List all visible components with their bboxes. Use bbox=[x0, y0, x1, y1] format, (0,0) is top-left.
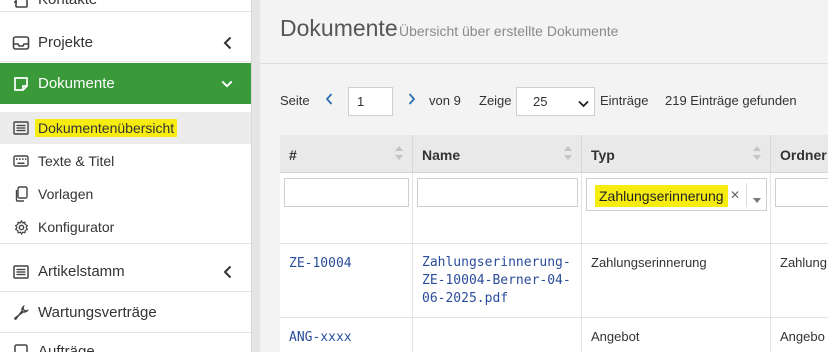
column-header-ordner[interactable]: Ordner bbox=[771, 135, 828, 173]
sidebar-divider bbox=[251, 0, 260, 352]
filter-cell-typ: Zahlungserinnerung ✕ bbox=[582, 173, 771, 244]
keyboard-icon bbox=[12, 152, 30, 170]
filter-cell-name bbox=[413, 173, 582, 244]
wrench-icon bbox=[12, 304, 30, 322]
column-header-label: # bbox=[289, 147, 297, 163]
table-row: ANG-xxxx bbox=[280, 318, 413, 352]
sidebar-item-auftraege[interactable]: Aufträge bbox=[0, 336, 251, 352]
copy-icon bbox=[12, 185, 30, 203]
page-count-label: von 9 bbox=[429, 93, 461, 108]
entries-found-label: 219 Einträge gefunden bbox=[665, 93, 797, 108]
filter-cell-ordner bbox=[771, 173, 828, 244]
document-type: Zahlungserinnerung bbox=[591, 255, 707, 270]
list-icon bbox=[12, 263, 30, 281]
sidebar-item-konfigurator[interactable]: Konfigurator bbox=[0, 211, 251, 244]
document-folder: Angebo bbox=[780, 329, 825, 344]
sort-icon bbox=[563, 145, 573, 161]
chevron-down-icon bbox=[578, 96, 589, 108]
sidebar-item-dokumente[interactable]: Dokumente bbox=[0, 63, 251, 104]
document-id-link[interactable]: ZE-10004 bbox=[289, 256, 352, 271]
sidebar: Kontakte Projekte Dokumente Dokumentenüb… bbox=[0, 0, 251, 352]
sidebar-item-wartungsvertraege[interactable]: Wartungsverträge bbox=[0, 293, 251, 333]
table-cell-type: Zahlungserinnerung bbox=[582, 244, 771, 318]
next-page-icon[interactable] bbox=[408, 92, 416, 108]
column-header-name[interactable]: Name bbox=[413, 135, 582, 173]
contacts-icon bbox=[12, 0, 30, 9]
main-content: Dokumente Übersicht über erstellte Dokum… bbox=[260, 0, 828, 352]
sidebar-item-label: Dokumente bbox=[38, 75, 115, 92]
sort-icon bbox=[752, 145, 762, 161]
document-folder: Zahlung bbox=[780, 255, 827, 270]
remove-tag-icon[interactable]: ✕ bbox=[730, 188, 740, 202]
column-header-typ[interactable]: Typ bbox=[582, 135, 771, 173]
sidebar-item-texte-titel[interactable]: Texte & Titel bbox=[0, 146, 251, 176]
document-icon bbox=[12, 75, 30, 93]
gear-icon bbox=[12, 218, 30, 236]
table-row: ZE-10004 bbox=[280, 244, 413, 318]
column-header-id[interactable]: # bbox=[280, 135, 413, 173]
sidebar-item-label: Konfigurator bbox=[38, 219, 115, 235]
sidebar-item-artikelstamm[interactable]: Artikelstamm bbox=[0, 252, 251, 292]
sidebar-item-projekte[interactable]: Projekte bbox=[0, 24, 251, 62]
sidebar-item-label: Vorlagen bbox=[38, 186, 94, 202]
sidebar-item-label: Kontakte bbox=[38, 0, 97, 8]
table-cell-name: Zahlungserinnerung- ZE-10004-Berner-04- … bbox=[413, 244, 582, 318]
sidebar-item-vorlagen[interactable]: Vorlagen bbox=[0, 178, 251, 210]
document-name-link[interactable]: Zahlungserinnerung- ZE-10004-Berner-04- … bbox=[422, 254, 581, 308]
type-filter-select[interactable]: Zahlungserinnerung ✕ bbox=[586, 178, 767, 211]
table-cell-folder: Zahlung bbox=[771, 244, 828, 318]
chevron-down-icon bbox=[221, 77, 233, 91]
chevron-left-icon bbox=[221, 265, 233, 279]
dropdown-caret-icon[interactable] bbox=[753, 191, 761, 203]
sidebar-item-label: Artikelstamm bbox=[38, 263, 125, 280]
sort-icon bbox=[394, 145, 404, 161]
sidebar-item-kontakte[interactable]: Kontakte bbox=[0, 0, 251, 12]
folder-filter-input[interactable] bbox=[775, 178, 828, 207]
name-line: ZE-10004-Berner-04- bbox=[422, 273, 571, 288]
per-page-select[interactable]: 25 bbox=[516, 87, 595, 116]
name-line: 06-2025.pdf bbox=[422, 291, 509, 306]
column-header-label: Name bbox=[422, 147, 461, 163]
page-header: Dokumente Übersicht über erstellte Dokum… bbox=[260, 0, 828, 64]
type-filter-tag: Zahlungserinnerung bbox=[595, 185, 728, 207]
name-line: Zahlungserinnerung- bbox=[422, 255, 571, 270]
sidebar-item-label: Wartungsverträge bbox=[38, 304, 157, 321]
filter-cell-id bbox=[280, 173, 413, 244]
sidebar-item-label: Texte & Titel bbox=[38, 153, 115, 169]
table-cell-folder: Angebo bbox=[771, 318, 828, 352]
column-header-label: Typ bbox=[591, 147, 615, 163]
per-page-value: 25 bbox=[533, 94, 548, 109]
page-number-input[interactable]: 1 bbox=[348, 87, 393, 116]
sidebar-item-label: Dokumentenübersicht bbox=[35, 119, 178, 137]
name-filter-input[interactable] bbox=[417, 178, 578, 207]
page-label: Seite bbox=[280, 93, 310, 108]
orders-icon bbox=[12, 342, 30, 352]
sidebar-item-label: Aufträge bbox=[38, 342, 95, 352]
chevron-left-icon bbox=[221, 36, 233, 50]
page-subtitle: Übersicht über erstellte Dokumente bbox=[399, 23, 619, 39]
id-filter-input[interactable] bbox=[284, 178, 409, 207]
sidebar-item-dokumentenuebersicht[interactable]: Dokumentenübersicht bbox=[0, 112, 251, 144]
table-cell-name bbox=[413, 318, 582, 352]
prev-page-icon[interactable] bbox=[325, 92, 333, 108]
column-header-label: Ordner bbox=[780, 147, 827, 163]
sidebar-item-label: Projekte bbox=[38, 34, 94, 51]
list-icon bbox=[12, 119, 30, 137]
document-type: Angebot bbox=[591, 329, 640, 344]
table-cell-type: Angebot bbox=[582, 318, 771, 352]
page-title: Dokumente bbox=[280, 15, 398, 41]
show-label: Zeige bbox=[479, 93, 512, 108]
entries-label: Einträge bbox=[600, 93, 649, 108]
pagination-bar: Seite 1 von 9 Zeige 25 Einträge 219 Eint… bbox=[280, 86, 828, 116]
document-id-link[interactable]: ANG-xxxx bbox=[289, 330, 352, 345]
inbox-icon bbox=[12, 34, 30, 52]
select-separator bbox=[746, 183, 747, 207]
